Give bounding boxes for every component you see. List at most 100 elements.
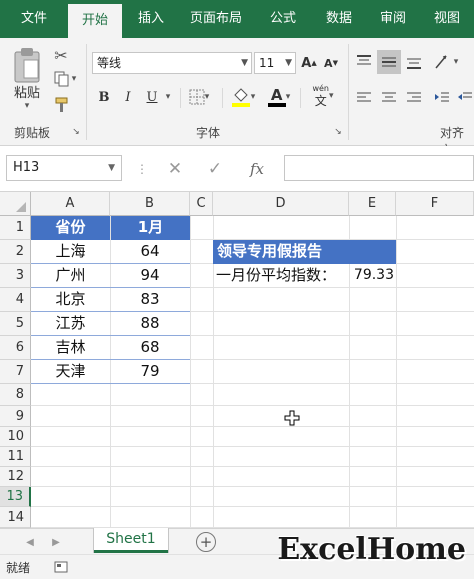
align-bottom-icon[interactable] [402,50,426,74]
table-cell-province[interactable]: 北京 [31,288,110,312]
align-right-icon[interactable] [402,86,426,110]
chevron-down-icon[interactable]: ▾ [8,100,46,112]
table-header-january[interactable]: 1月 [111,216,190,240]
row-header-13[interactable]: 13 [0,487,31,507]
clipboard-icon [14,48,40,83]
row-header-12[interactable]: 12 [0,467,31,487]
drag-handle-icon[interactable]: ⋮ [136,160,148,178]
column-header-d[interactable]: D [213,192,349,216]
macro-record-icon[interactable] [54,560,68,574]
table-cell-province[interactable]: 广州 [31,264,110,288]
report-title[interactable]: 领导专用假报告 [213,240,396,264]
align-top-icon[interactable] [352,50,376,74]
font-size-combo[interactable]: 11 ▼ [254,52,296,74]
dialog-launcher-icon[interactable]: ↘ [332,126,344,138]
table-cell-province[interactable]: 上海 [31,240,110,264]
align-center-icon[interactable] [377,86,401,110]
row-header-1[interactable]: 1 [0,216,31,240]
row-header-7[interactable]: 7 [0,360,31,384]
table-cell-value[interactable]: 79 [110,360,190,384]
gridline [31,466,474,467]
row-header-14[interactable]: 14 [0,507,31,528]
tab-data[interactable]: 数据 [314,0,364,38]
table-cell-value[interactable]: 64 [110,240,190,264]
shrink-font-icon: A [324,56,333,70]
gridline [31,405,474,406]
table-cell-province[interactable]: 吉林 [31,336,110,360]
table-cell-province[interactable]: 天津 [31,360,110,384]
tab-page-layout[interactable]: 页面布局 [180,0,252,38]
format-painter-icon[interactable] [50,94,72,116]
table-border [31,383,190,384]
tab-formulas[interactable]: 公式 [258,0,308,38]
sheet-tab-sheet1[interactable]: Sheet1 [94,528,168,553]
select-all-corner[interactable] [0,192,31,216]
row-header-6[interactable]: 6 [0,336,31,360]
tab-home[interactable]: 开始 [68,4,122,38]
divider [180,88,181,108]
excelhome-watermark: ExcelHome [277,532,466,567]
name-box[interactable]: H13 ▼ [6,155,122,181]
gridline [31,486,474,487]
font-name-combo[interactable]: 等线 ▼ [92,52,252,74]
font-color-button[interactable]: A ▾ [264,84,294,110]
table-cell-value[interactable]: 83 [110,288,190,312]
report-value[interactable]: 79.33 [349,264,394,288]
indent-icon[interactable] [430,86,454,110]
phonetic-button[interactable]: wén 文 ▾ [306,82,340,110]
paste-button[interactable] [8,44,46,86]
underline-button[interactable]: U [142,86,162,108]
outdent-icon[interactable] [456,86,474,110]
column-header-e[interactable]: E [349,192,396,216]
table-cell-province[interactable]: 江苏 [31,312,110,336]
row-header-9[interactable]: 9 [0,406,31,427]
table-cell-value[interactable]: 94 [110,264,190,288]
row-header-2[interactable]: 2 [0,240,31,264]
scroll-left-icon[interactable]: ◀ [24,533,36,551]
font-name-value: 等线 [97,56,122,70]
row-header-3[interactable]: 3 [0,264,31,288]
scroll-right-icon[interactable]: ▶ [50,533,62,551]
font-size-value: 11 [259,56,275,70]
paste-label: 粘贴 [13,85,40,101]
shrink-font-button[interactable]: A ▼ [322,52,340,74]
fill-color-button[interactable]: ▾ [228,84,258,110]
cut-icon[interactable]: ✂ [50,44,72,66]
enter-check-icon[interactable]: ✓ [202,158,228,180]
row-header-10[interactable]: 10 [0,427,31,447]
dialog-launcher-icon[interactable]: ↘ [70,126,82,138]
table-header-province[interactable]: 省份 [31,216,110,240]
phonetic-icon: 文 [314,94,327,108]
column-header-b[interactable]: B [110,192,190,216]
formula-bar: H13 ▼ ⋮ ✕ ✓ fx [0,146,474,192]
insert-function-button[interactable]: fx [244,158,270,180]
table-cell-value[interactable]: 88 [110,312,190,336]
formula-input[interactable] [284,155,474,181]
tab-insert[interactable]: 插入 [126,0,176,38]
table-cell-value[interactable]: 68 [110,336,190,360]
row-header-5[interactable]: 5 [0,312,31,336]
orientation-icon[interactable]: ▾ [430,50,462,74]
cancel-icon[interactable]: ✕ [162,158,188,180]
add-sheet-button[interactable]: + [196,532,216,552]
worksheet-grid[interactable]: A B C D E F 1 2 3 4 5 6 7 8 9 10 11 12 1… [0,192,474,528]
chevron-down-icon[interactable]: ▾ [162,86,174,108]
align-middle-icon[interactable] [377,50,401,74]
column-header-a[interactable]: A [31,192,110,216]
row-header-8[interactable]: 8 [0,384,31,406]
tab-review[interactable]: 审阅 [368,0,418,38]
report-label[interactable]: 一月份平均指数： [216,264,350,288]
cell-cursor-icon [284,410,300,426]
tab-file[interactable]: 文件 [4,0,64,38]
copy-button[interactable]: ▾ [50,68,80,90]
borders-button[interactable]: ▾ [186,86,212,108]
row-header-4[interactable]: 4 [0,288,31,312]
grow-font-button[interactable]: A ▲ [300,52,318,74]
column-header-f[interactable]: F [396,192,474,216]
italic-button[interactable]: I [118,86,138,108]
tab-view[interactable]: 视图 [422,0,472,38]
align-left-icon[interactable] [352,86,376,110]
row-header-11[interactable]: 11 [0,447,31,467]
column-header-c[interactable]: C [190,192,213,216]
bold-button[interactable]: B [94,86,114,108]
